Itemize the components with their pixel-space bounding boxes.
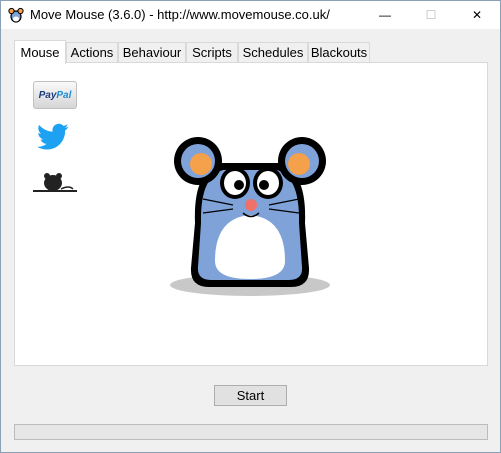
paypal-text-pal: Pal: [56, 89, 72, 101]
tab-blackouts[interactable]: Blackouts: [308, 42, 370, 62]
paypal-text-pay: Pay: [38, 89, 57, 101]
mouse-silhouette-icon[interactable]: [33, 171, 77, 193]
paypal-icon[interactable]: Pay Pal: [33, 81, 77, 109]
app-mouse-icon: [8, 7, 24, 23]
maximize-button[interactable]: ☐: [408, 1, 454, 29]
twitter-icon[interactable]: [37, 123, 69, 151]
minimize-button[interactable]: —: [362, 1, 408, 29]
mouse-mascot-icon: [170, 137, 330, 296]
progress-bar: [14, 424, 488, 440]
close-button[interactable]: ✕: [454, 1, 500, 29]
start-button[interactable]: Start: [214, 385, 287, 406]
app-window: Move Mouse (3.6.0) - http://www.movemous…: [0, 0, 501, 453]
maximize-icon: ☐: [425, 8, 437, 22]
tab-scripts[interactable]: Scripts: [186, 42, 238, 62]
close-icon: ✕: [471, 8, 483, 22]
tab-schedules[interactable]: Schedules: [238, 42, 308, 62]
minimize-icon: —: [379, 8, 391, 22]
tab-mouse[interactable]: Mouse: [14, 40, 66, 64]
mouse-tab-panel: Pay Pal: [14, 62, 488, 366]
tab-behaviour[interactable]: Behaviour: [118, 42, 186, 62]
window-title: Move Mouse (3.6.0) - http://www.movemous…: [30, 7, 330, 22]
tab-strip: Mouse Actions Behaviour Scripts Schedule…: [14, 40, 494, 64]
title-bar[interactable]: Move Mouse (3.6.0) - http://www.movemous…: [1, 1, 500, 29]
tab-actions[interactable]: Actions: [66, 42, 118, 62]
